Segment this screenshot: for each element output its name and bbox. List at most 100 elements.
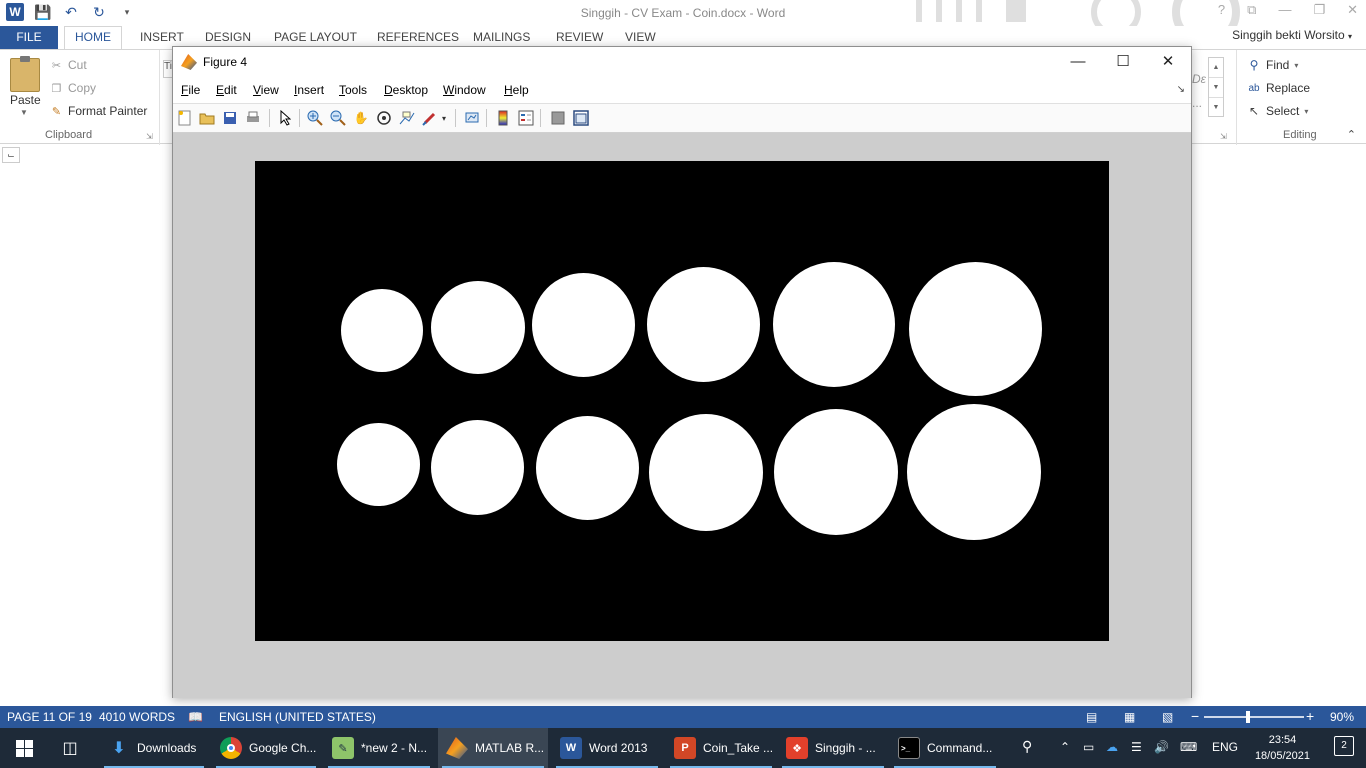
action-center-icon[interactable]: 2 xyxy=(1334,736,1354,756)
windows-logo-icon xyxy=(15,739,33,757)
pointer-icon[interactable] xyxy=(276,109,294,127)
tab-selector-icon[interactable]: ⌙ xyxy=(2,147,20,163)
styles-scroll-down-icon[interactable]: ▼ xyxy=(1209,78,1223,98)
onedrive-icon[interactable]: ☁ xyxy=(1106,740,1118,754)
battery-icon[interactable]: ▭ xyxy=(1083,740,1094,754)
styles-gallery-scroll[interactable]: ▲ ▼ ▼ xyxy=(1208,57,1224,117)
menu-window[interactable]: Window xyxy=(443,83,486,97)
menu-desktop[interactable]: Desktop xyxy=(384,83,428,97)
menu-insert[interactable]: Insert xyxy=(294,83,324,97)
keyboard-icon[interactable]: ⌨ xyxy=(1180,740,1197,754)
copy-button[interactable]: ❐ Copy xyxy=(50,81,96,95)
language-status[interactable]: ENGLISH (UNITED STATES) xyxy=(219,710,376,724)
format-painter-button[interactable]: ✎ Format Painter xyxy=(50,104,147,118)
tab-design[interactable]: DESIGN xyxy=(205,30,251,44)
figure-close-button[interactable]: ✕ xyxy=(1153,51,1183,73)
cut-button[interactable]: ✂ Cut xyxy=(50,58,87,72)
page-count[interactable]: PAGE 11 OF 19 xyxy=(7,710,92,724)
menu-edit[interactable]: Edit xyxy=(216,83,237,97)
read-mode-icon[interactable]: ▤ xyxy=(1086,710,1097,724)
taskbar-item-command[interactable]: >_ Command... xyxy=(890,728,1000,768)
find-button[interactable]: ⚲ Find ▾ xyxy=(1247,58,1299,72)
tab-home[interactable]: HOME xyxy=(64,26,122,50)
link-plot-icon[interactable] xyxy=(463,109,481,127)
volume-icon[interactable]: 🔊 xyxy=(1154,740,1169,754)
taskbar-item-powerpoint[interactable]: P Coin_Take ... xyxy=(666,728,776,768)
replace-button[interactable]: ab Replace xyxy=(1247,81,1310,95)
tab-mailings[interactable]: MAILINGS xyxy=(473,30,530,44)
tab-page-layout[interactable]: PAGE LAYOUT xyxy=(274,30,357,44)
tab-review[interactable]: REVIEW xyxy=(556,30,603,44)
styles-more-icon[interactable]: ▼ xyxy=(1209,98,1223,118)
zoom-out-button[interactable]: − xyxy=(1191,708,1199,724)
taskbar-item-downloads[interactable]: ⬇ Downloads xyxy=(100,728,208,768)
styles-scroll-up-icon[interactable]: ▲ xyxy=(1209,58,1223,78)
zoom-in-button[interactable]: + xyxy=(1306,708,1314,724)
menu-help[interactable]: Help xyxy=(504,83,529,97)
figure-maximize-button[interactable]: ☐ xyxy=(1108,51,1138,73)
figure-minimize-button[interactable]: — xyxy=(1063,51,1093,73)
help-icon[interactable]: ? xyxy=(1218,2,1225,18)
show-hidden-icons[interactable]: ⌃ xyxy=(1060,740,1070,754)
paste-dropdown-icon[interactable]: ▼ xyxy=(20,108,28,117)
zoom-level[interactable]: 90% xyxy=(1330,710,1354,724)
task-view-icon[interactable]: ◫ xyxy=(58,738,82,758)
people-icon[interactable]: ⚲ xyxy=(1022,738,1032,755)
wifi-icon[interactable]: ☰ xyxy=(1131,740,1142,754)
open-file-icon[interactable] xyxy=(198,109,216,127)
tab-references[interactable]: REFERENCES xyxy=(377,30,459,44)
taskbar-item-word[interactable]: W Word 2013 xyxy=(552,728,662,768)
taskbar-item-pdf[interactable]: ❖ Singgih - ... xyxy=(778,728,888,768)
tab-insert[interactable]: INSERT xyxy=(140,30,184,44)
print-icon[interactable] xyxy=(244,109,262,127)
zoom-out-icon[interactable] xyxy=(329,109,347,127)
coin-blob xyxy=(909,262,1042,396)
clock-time: 23:54 xyxy=(1268,734,1297,746)
taskbar-item-chrome[interactable]: Google Ch... xyxy=(212,728,320,768)
legend-icon[interactable] xyxy=(517,109,535,127)
word-close-button[interactable]: ✕ xyxy=(1347,2,1358,18)
ribbon-display-icon[interactable]: ⧉ xyxy=(1247,2,1256,18)
styles-launcher-icon[interactable]: ⇲ xyxy=(1220,132,1227,141)
select-button[interactable]: ↖ Select ▾ xyxy=(1247,104,1308,118)
word-minimize-button[interactable]: — xyxy=(1278,2,1291,18)
save-icon[interactable] xyxy=(221,109,239,127)
menu-file[interactable]: File xyxy=(181,83,200,97)
new-figure-icon[interactable] xyxy=(176,109,194,127)
start-button[interactable] xyxy=(0,728,48,768)
pan-icon[interactable]: ✋ xyxy=(352,109,370,127)
show-plot-tools-icon[interactable] xyxy=(572,109,590,127)
tab-view[interactable]: VIEW xyxy=(625,30,656,44)
menu-view[interactable]: View xyxy=(253,83,279,97)
paste-button-label[interactable]: Paste xyxy=(10,93,41,107)
brush-icon[interactable] xyxy=(421,109,439,127)
colorbar-icon[interactable] xyxy=(494,109,512,127)
system-clock[interactable]: 23:54 18/05/2021 xyxy=(1255,732,1310,764)
styles-gallery-snippet-2[interactable]: ... xyxy=(1192,96,1202,110)
dock-figure-icon[interactable]: ↘ xyxy=(1177,84,1185,95)
taskbar-item-matlab[interactable]: MATLAB R... xyxy=(438,728,548,768)
zoom-slider[interactable] xyxy=(1204,716,1304,718)
zoom-slider-thumb[interactable] xyxy=(1246,711,1250,723)
clipboard-launcher-icon[interactable]: ⇲ xyxy=(146,132,153,141)
zoom-in-icon[interactable] xyxy=(306,109,324,127)
paste-icon[interactable] xyxy=(10,56,40,92)
data-cursor-icon[interactable] xyxy=(398,109,416,127)
menu-tools[interactable]: Tools xyxy=(339,83,367,97)
toolbar-separator xyxy=(455,109,456,127)
taskbar-item-notepad[interactable]: ✎ *new 2 - N... xyxy=(324,728,434,768)
input-language[interactable]: ENG xyxy=(1212,740,1238,754)
hide-plot-tools-icon[interactable] xyxy=(549,109,567,127)
word-count[interactable]: 4010 WORDS xyxy=(99,710,175,724)
user-account-name[interactable]: Singgih bekti Worsito ▾ xyxy=(1232,28,1352,42)
web-layout-icon[interactable]: ▧ xyxy=(1162,710,1173,724)
collapse-ribbon-icon[interactable]: ⌃ xyxy=(1347,128,1356,141)
binary-coin-image[interactable] xyxy=(255,161,1109,641)
styles-gallery-snippet[interactable]: Dε xyxy=(1192,72,1206,86)
print-layout-icon[interactable]: ▦ xyxy=(1124,710,1135,724)
proofing-icon[interactable]: 📖 xyxy=(188,710,203,724)
rotate-3d-icon[interactable] xyxy=(375,109,393,127)
word-restore-button[interactable]: ❐ xyxy=(1313,2,1325,18)
tab-file[interactable]: FILE xyxy=(0,26,58,49)
brush-dropdown-icon[interactable]: ▾ xyxy=(439,109,449,127)
